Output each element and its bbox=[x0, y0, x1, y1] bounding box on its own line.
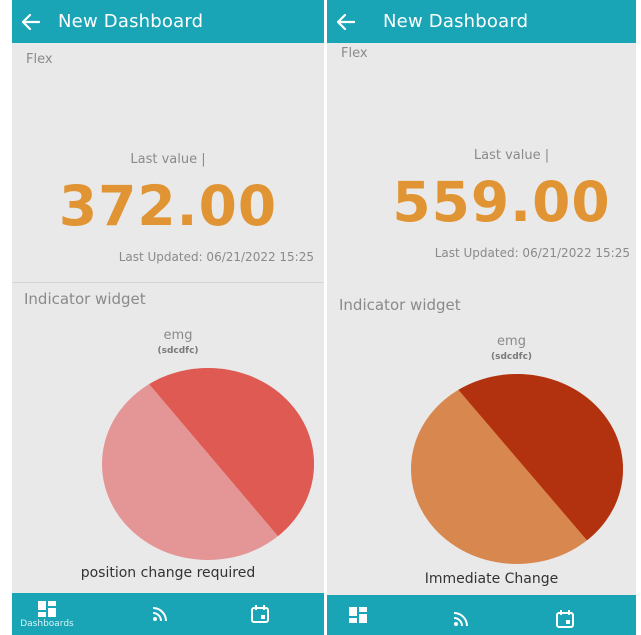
app-header: New Dashboard bbox=[327, 0, 636, 43]
indicator-name: emg bbox=[497, 334, 526, 349]
section-label: Flex bbox=[26, 52, 53, 67]
indicator-widget-title: Indicator widget bbox=[24, 290, 146, 308]
nav-calendar[interactable] bbox=[240, 593, 280, 635]
arrow-left-icon[interactable] bbox=[329, 0, 363, 43]
indicator-circle bbox=[411, 374, 623, 564]
indicator-name: emg bbox=[163, 328, 193, 343]
last-updated: Last Updated: 06/21/2022 15:25 bbox=[434, 246, 630, 260]
indicator-widget-title: Indicator widget bbox=[339, 296, 461, 314]
indicator-status-text: Immediate Change bbox=[424, 571, 559, 587]
last-value-label: Last value | bbox=[130, 152, 206, 167]
indicator-source: (sdcdfc) bbox=[490, 352, 533, 362]
dashboards-grid-icon bbox=[349, 607, 367, 623]
calendar-icon bbox=[556, 610, 574, 628]
nav-feed[interactable] bbox=[441, 599, 481, 635]
nav-dashboards-label: Dashboards bbox=[20, 618, 74, 629]
nav-calendar[interactable] bbox=[545, 599, 585, 635]
rss-feed-icon bbox=[453, 612, 468, 627]
dashboard-screen-left: New Dashboard Flex Last value | 372.00 L… bbox=[12, 0, 324, 635]
dashboard-screen-right: New Dashboard Flex Last value | 559.00 L… bbox=[327, 0, 636, 635]
calendar-icon bbox=[251, 605, 269, 623]
metric-value: 372.00 bbox=[58, 174, 278, 238]
section-label: Flex bbox=[341, 46, 368, 61]
last-updated: Last Updated: 06/21/2022 15:25 bbox=[118, 250, 314, 264]
dashboards-grid-icon bbox=[38, 600, 56, 617]
rss-feed-icon bbox=[152, 607, 167, 622]
metric-value: 559.00 bbox=[392, 170, 611, 234]
indicator-status-text: position change required bbox=[80, 565, 256, 581]
nav-feed[interactable] bbox=[140, 593, 180, 635]
nav-dashboards[interactable] bbox=[337, 595, 379, 635]
indicator-source: (sdcdfc) bbox=[157, 346, 199, 356]
nav-dashboards[interactable]: Dashboards bbox=[16, 593, 78, 635]
app-header: New Dashboard bbox=[12, 0, 324, 43]
divider bbox=[12, 282, 324, 283]
page-title: New Dashboard bbox=[58, 11, 204, 32]
page-title: New Dashboard bbox=[383, 11, 529, 32]
arrow-left-icon[interactable] bbox=[14, 0, 48, 43]
bottom-nav bbox=[327, 595, 636, 635]
bottom-nav: Dashboards bbox=[12, 593, 324, 635]
indicator-circle bbox=[102, 368, 314, 560]
last-value-label: Last value | bbox=[473, 148, 550, 163]
